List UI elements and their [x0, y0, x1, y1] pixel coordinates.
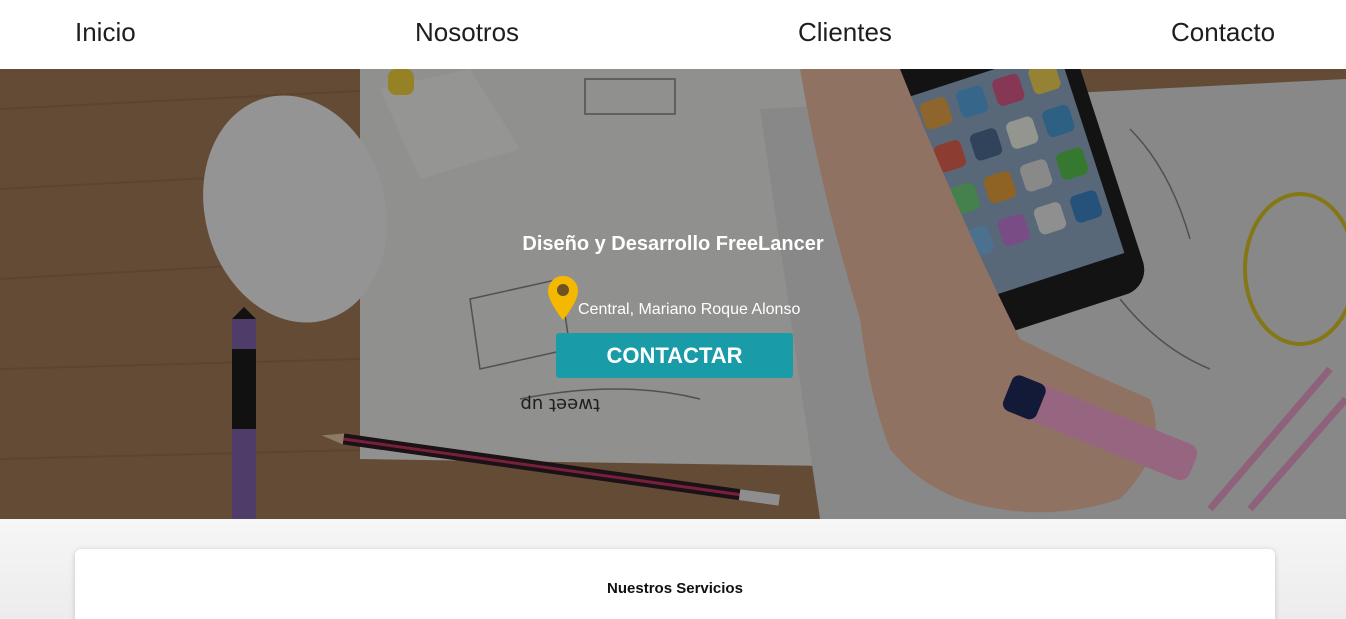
nav-link-nosotros[interactable]: Nosotros [415, 17, 519, 48]
hero-title: Diseño y Desarrollo FreeLancer [522, 233, 824, 255]
nav-link-inicio[interactable]: Inicio [75, 17, 136, 48]
services-card: Nuestros Servicios [75, 549, 1275, 619]
services-title: Nuestros Servicios [607, 580, 743, 597]
nav-link-contacto[interactable]: Contacto [1171, 17, 1275, 48]
services-section: Nuestros Servicios [0, 519, 1346, 619]
contact-button[interactable]: CONTACTAR [556, 333, 793, 378]
location-line: Central, Mariano Roque Alonso [548, 276, 818, 322]
map-pin-icon [548, 276, 578, 320]
nav-link-clientes[interactable]: Clientes [798, 17, 892, 48]
top-navigation: Inicio Nosotros Clientes Contacto [0, 0, 1346, 69]
hero-section: tweet up Diseño y Desarrollo FreeLancer … [0, 69, 1346, 519]
location-text: Central, Mariano Roque Alonso [578, 301, 801, 318]
